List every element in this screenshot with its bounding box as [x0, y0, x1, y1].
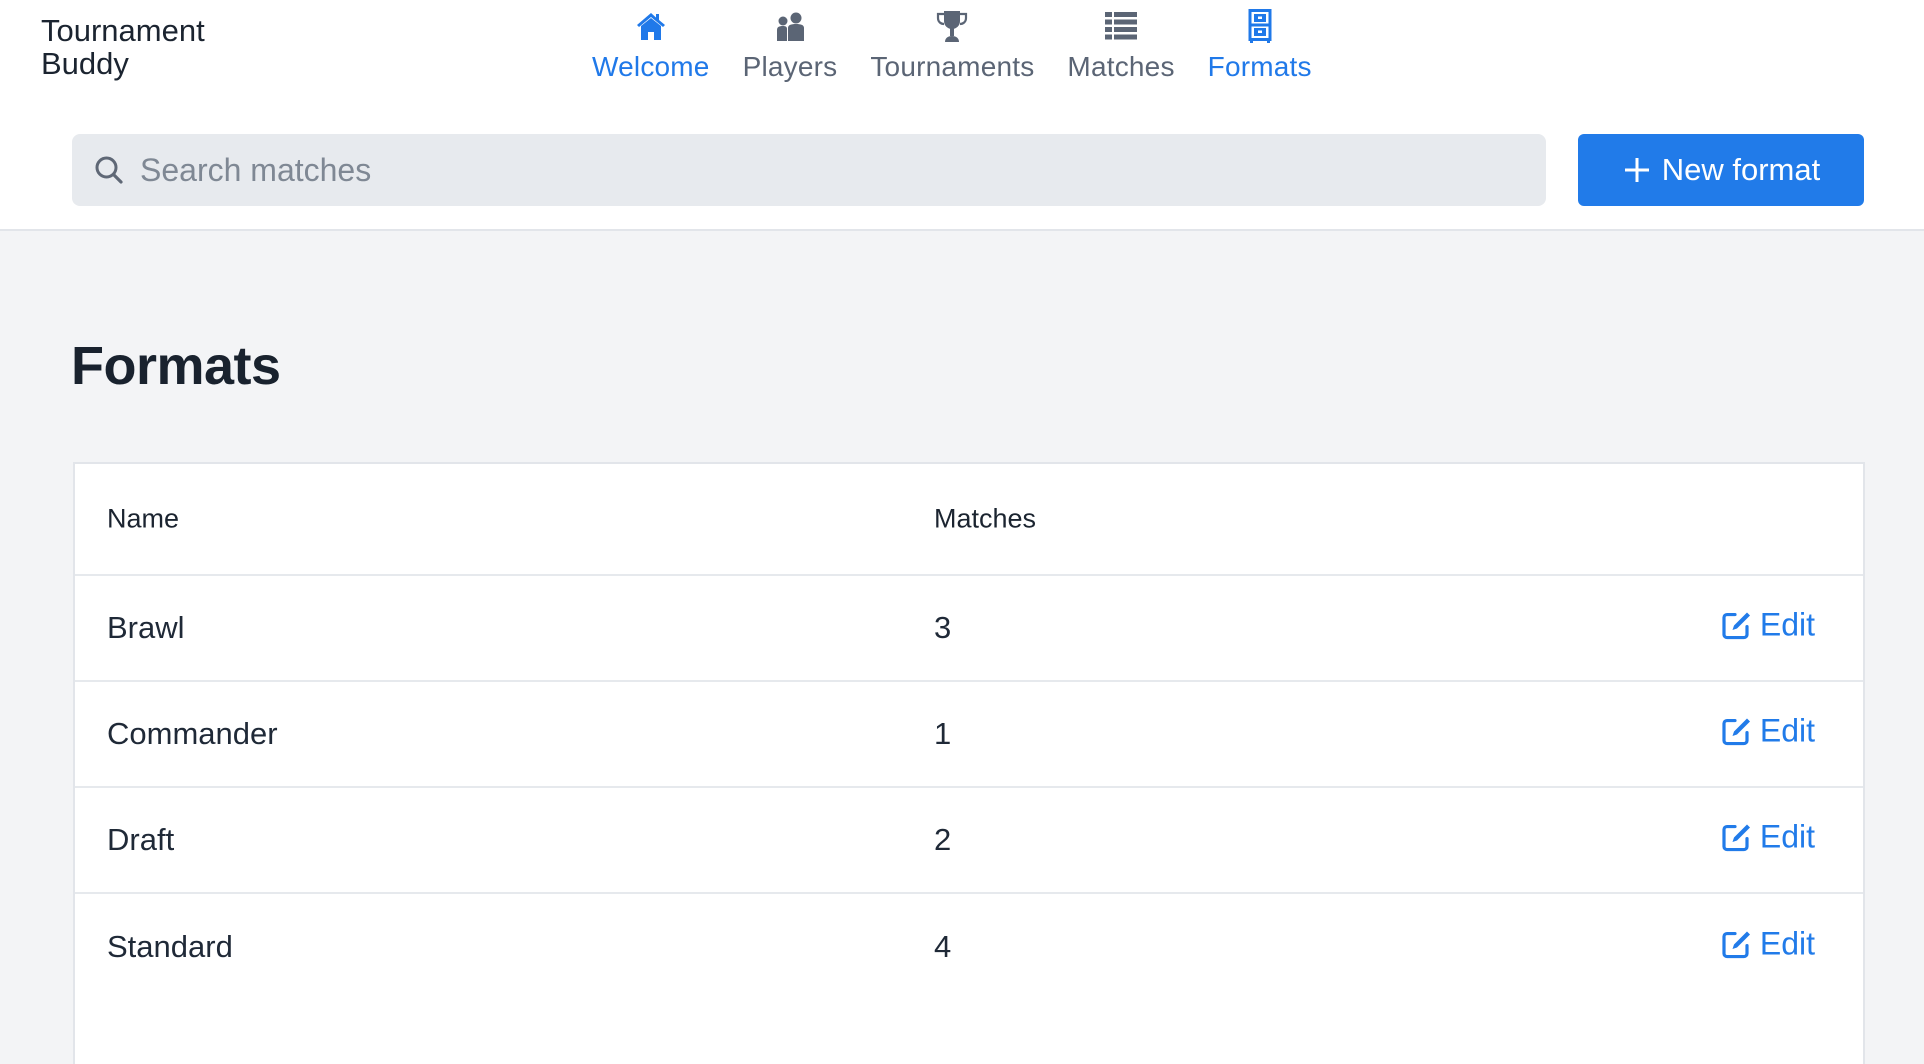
- format-match-count: 2: [934, 822, 952, 857]
- nav-label: Tournaments: [870, 51, 1035, 82]
- format-name: Commander: [107, 716, 278, 751]
- list-icon: [1104, 8, 1138, 44]
- table-row: Commander 1 Edit: [75, 682, 1863, 788]
- nav-label: Formats: [1207, 51, 1312, 82]
- nav-item-formats[interactable]: Formats: [1208, 8, 1312, 84]
- nav-label: Matches: [1067, 51, 1175, 82]
- app-title-line1: Tournament: [41, 13, 205, 48]
- column-header-matches: Matches: [934, 503, 1037, 534]
- nav-label: Welcome: [592, 51, 710, 82]
- formats-table: Name Matches Brawl 3 Edit Commander 1 Ed…: [73, 462, 1865, 1064]
- search-icon: [92, 153, 126, 187]
- top-bar: Tournament Buddy Welcome Players Tournam…: [0, 0, 1924, 231]
- trophy-icon: [935, 8, 969, 44]
- filing-cabinet-icon: [1243, 8, 1277, 44]
- edit-icon: [1720, 821, 1752, 853]
- edit-button[interactable]: Edit: [1720, 926, 1815, 963]
- edit-button[interactable]: Edit: [1720, 607, 1815, 644]
- table-row: Standard 4 Edit: [75, 894, 1863, 1000]
- format-name: Brawl: [107, 610, 185, 645]
- edit-label: Edit: [1759, 925, 1815, 962]
- format-match-count: 4: [934, 929, 952, 964]
- nav-item-players[interactable]: Players: [743, 8, 838, 84]
- nav-item-matches[interactable]: Matches: [1067, 8, 1174, 84]
- table-header-row: Name Matches: [75, 464, 1863, 576]
- edit-label: Edit: [1759, 712, 1815, 749]
- format-match-count: 3: [934, 610, 952, 645]
- edit-icon: [1720, 715, 1752, 747]
- edit-label: Edit: [1759, 818, 1815, 855]
- table-row: Brawl 3 Edit: [75, 576, 1863, 682]
- users-icon: [773, 8, 807, 44]
- format-name: Standard: [107, 929, 233, 964]
- app-title-line2: Buddy: [41, 46, 129, 81]
- nav-item-welcome[interactable]: Welcome: [592, 8, 710, 84]
- home-icon: [634, 8, 668, 44]
- main-nav: Welcome Players Tournaments Matches Form…: [592, 8, 1345, 84]
- edit-button[interactable]: Edit: [1720, 713, 1815, 750]
- edit-button[interactable]: Edit: [1720, 819, 1815, 856]
- search-input[interactable]: [140, 151, 1520, 189]
- nav-item-tournaments[interactable]: Tournaments: [870, 8, 1034, 84]
- format-name: Draft: [107, 822, 175, 857]
- edit-label: Edit: [1759, 606, 1815, 643]
- column-header-name: Name: [107, 503, 180, 534]
- page-title: Formats: [71, 336, 281, 396]
- table-row: Draft 2 Edit: [75, 788, 1863, 894]
- format-match-count: 1: [934, 716, 952, 751]
- edit-icon: [1720, 609, 1752, 641]
- search-bar: [72, 134, 1546, 206]
- app-logo[interactable]: Tournament Buddy: [41, 14, 205, 80]
- plus-icon: [1622, 155, 1652, 185]
- edit-icon: [1720, 928, 1752, 960]
- new-format-button[interactable]: New format: [1578, 134, 1864, 206]
- new-format-label: New format: [1661, 152, 1821, 187]
- nav-label: Players: [742, 51, 838, 82]
